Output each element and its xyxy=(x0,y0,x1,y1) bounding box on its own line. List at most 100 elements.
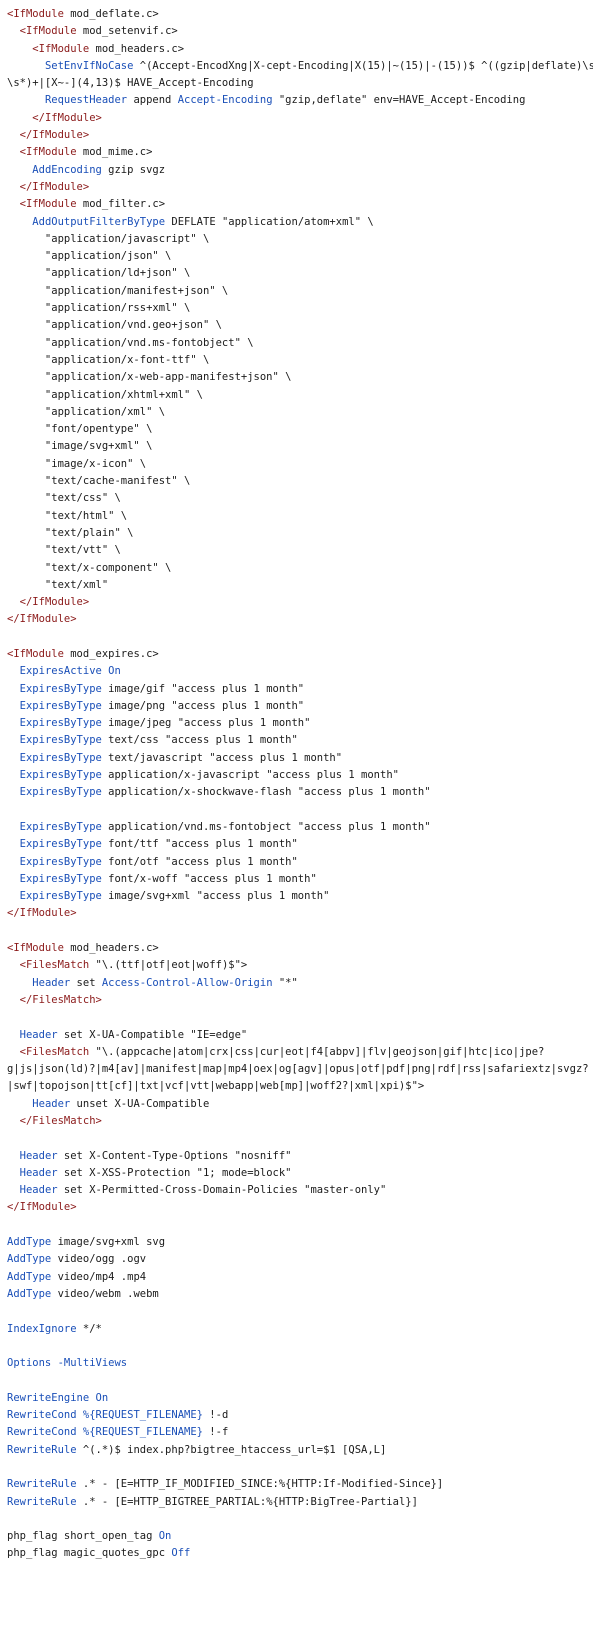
directive-token: ExpiresByType xyxy=(19,786,102,799)
code-line: "image/svg+xml" \ xyxy=(7,438,593,455)
directive-token: Header xyxy=(19,1184,58,1197)
code-line: "application/xml" \ xyxy=(7,404,593,421)
code-line: "application/manifest+json" \ xyxy=(7,283,593,300)
code-line: Header set X-XSS-Protection "1; mode=blo… xyxy=(7,1165,593,1182)
code-line: <IfModule mod_deflate.c> xyxy=(7,6,593,23)
code-line: ExpiresByType text/javascript "access pl… xyxy=(7,750,593,767)
text-token: php_flag short_open_tag xyxy=(7,1530,159,1543)
text-token: application/x-javascript "access plus 1 … xyxy=(101,769,399,782)
code-line: ​ xyxy=(7,1009,593,1026)
text-token: gzip svgz xyxy=(101,163,166,176)
text-token: php_flag magic_quotes_gpc xyxy=(7,1547,172,1560)
directive-token: RewriteRule xyxy=(7,1478,77,1491)
code-line: "application/rss+xml" \ xyxy=(7,300,593,317)
code-line: <FilesMatch "\.(appcache|atom|crx|css|cu… xyxy=(7,1044,593,1061)
code-line: AddType video/webm .webm xyxy=(7,1286,593,1303)
text-token: "application/vnd.ms-fontobject" \ xyxy=(7,336,254,349)
directive-token: Header xyxy=(19,1166,58,1179)
text-token: mod_deflate.c> xyxy=(63,8,159,20)
code-line: |swf|topojson|tt[cf]|txt|vcf|vtt|webapp|… xyxy=(7,1078,593,1095)
code-line: RewriteEngine On xyxy=(7,1390,593,1407)
text-token: "image/x-icon" \ xyxy=(7,457,147,470)
code-listing: <IfModule mod_deflate.c> <IfModule mod_s… xyxy=(0,0,593,1563)
directive-token: Header xyxy=(32,1097,71,1110)
code-line: <IfModule mod_headers.c> xyxy=(7,41,593,58)
code-line: Header set Access-Control-Allow-Origin "… xyxy=(7,975,593,992)
text-token: image/png "access plus 1 month" xyxy=(101,699,305,712)
text-token: "\.(ttf|otf|eot|woff)$"> xyxy=(89,959,248,972)
text-token: set X-UA-Compatible "IE=edge" xyxy=(57,1028,248,1041)
code-line: ​ xyxy=(7,1303,593,1320)
code-line: RewriteCond %{REQUEST_FILENAME} !-d xyxy=(7,1407,593,1424)
tag-token: </IfModule> xyxy=(19,180,90,193)
directive-token: IndexIgnore xyxy=(7,1322,77,1335)
code-line: AddType video/ogg .ogv xyxy=(7,1251,593,1268)
text-token: .* - [E=HTTP_BIGTREE_PARTIAL:%{HTTP:BigT… xyxy=(76,1495,418,1508)
text-token: "\.(appcache|atom|crx|css|cur|eot|f4[abp… xyxy=(89,1045,545,1058)
code-line: ​ xyxy=(7,923,593,940)
text-token: "font/opentype" \ xyxy=(7,423,153,436)
code-line: "application/xhtml+xml" \ xyxy=(7,387,593,404)
code-line: ExpiresByType image/svg+xml "access plus… xyxy=(7,888,593,905)
directive-token: RequestHeader xyxy=(44,94,128,107)
directive-token: -MultiViews xyxy=(57,1357,128,1370)
text-token: "application/x-web-app-manifest+json" \ xyxy=(7,371,292,384)
text-token: "application/json" \ xyxy=(7,250,172,263)
code-line: "application/ld+json" \ xyxy=(7,265,593,282)
text-token: font/ttf "access plus 1 month" xyxy=(101,838,298,851)
directive-token: RewriteRule xyxy=(7,1495,77,1508)
text-token: ^(Accept-EncodXng|X-cept-Encoding|X(15)|… xyxy=(133,59,593,72)
text-token: "application/rss+xml" \ xyxy=(7,302,191,315)
code-line: ExpiresByType application/x-javascript "… xyxy=(7,767,593,784)
tag-token: </IfModule> xyxy=(7,1201,77,1214)
code-line: "font/opentype" \ xyxy=(7,421,593,438)
text-token: "application/xhtml+xml" \ xyxy=(7,388,203,401)
tag-token: </IfModule> xyxy=(19,596,90,609)
directive-token: ExpiresByType xyxy=(19,769,102,782)
code-line: RewriteRule ^(.*)$ index.php?bigtree_hta… xyxy=(7,1442,593,1459)
text-token: mod_filter.c> xyxy=(76,198,166,211)
code-line: "application/x-web-app-manifest+json" \ xyxy=(7,369,593,386)
code-line: "text/xml" xyxy=(7,577,593,594)
directive-token: On xyxy=(95,1391,109,1404)
text-token: image/gif "access plus 1 month" xyxy=(101,682,305,695)
directive-token: ExpiresByType xyxy=(19,855,102,868)
code-line: Header unset X-UA-Compatible xyxy=(7,1096,593,1113)
code-line: g|js|json(ld)?|m4[av]|manifest|map|mp4|o… xyxy=(7,1061,593,1078)
code-line: <IfModule mod_headers.c> xyxy=(7,940,593,957)
tag-token: <IfModule xyxy=(7,8,64,20)
code-line: ExpiresByType font/ttf "access plus 1 mo… xyxy=(7,836,593,853)
tag-token: </FilesMatch> xyxy=(19,993,102,1006)
code-line: "text/html" \ xyxy=(7,508,593,525)
code-line: ExpiresByType text/css "access plus 1 mo… xyxy=(7,732,593,749)
text-token: text/javascript "access plus 1 month" xyxy=(101,751,343,764)
code-line: </IfModule> xyxy=(7,127,593,144)
text-token: image/svg+xml "access plus 1 month" xyxy=(101,890,330,903)
code-line: AddType video/mp4 .mp4 xyxy=(7,1269,593,1286)
code-line: ​ xyxy=(7,1459,593,1476)
text-token: "application/vnd.geo+json" \ xyxy=(7,319,222,332)
directive-token: Header xyxy=(19,1028,58,1041)
code-line: ​ xyxy=(7,802,593,819)
text-token: \s*)+|[X~-](4,13)$ HAVE_Accept-Encoding xyxy=(7,77,254,90)
code-line: "text/vtt" \ xyxy=(7,542,593,559)
code-line: </FilesMatch> xyxy=(7,992,593,1009)
text-token: set X-XSS-Protection "1; mode=block" xyxy=(57,1166,292,1179)
text-token: application/x-shockwave-flash "access pl… xyxy=(101,786,431,799)
tag-token: <IfModule xyxy=(7,942,64,955)
directive-token: ExpiresByType xyxy=(19,872,102,885)
text-token: !-d xyxy=(202,1409,229,1422)
